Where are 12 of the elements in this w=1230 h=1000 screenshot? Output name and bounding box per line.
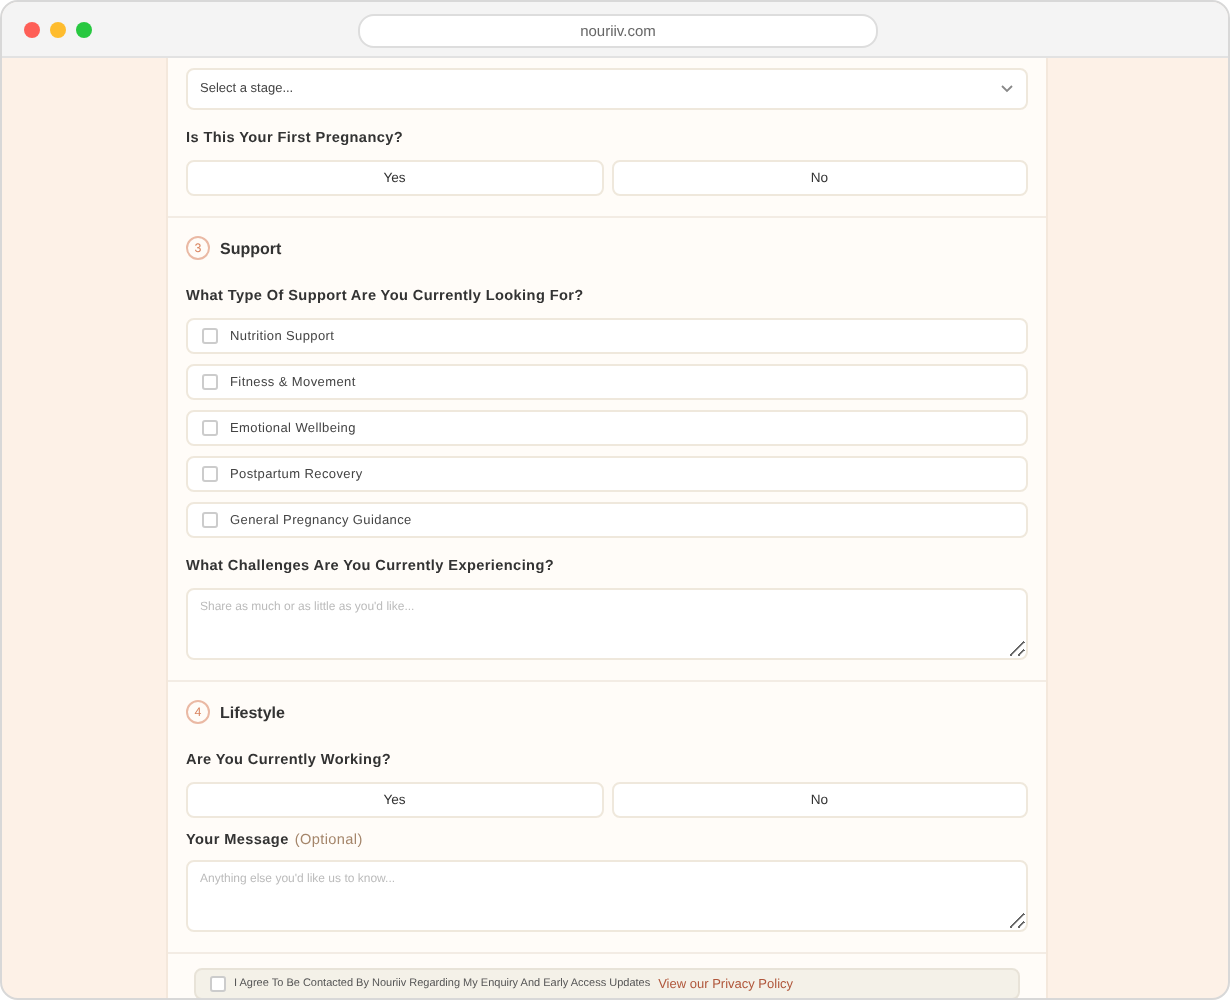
section-title: Support xyxy=(220,239,282,257)
close-icon[interactable] xyxy=(24,21,40,37)
checkbox[interactable] xyxy=(202,420,218,436)
checkbox[interactable] xyxy=(202,512,218,528)
checkbox[interactable] xyxy=(202,466,218,482)
checkbox[interactable] xyxy=(202,328,218,344)
chevron-down-icon xyxy=(1000,84,1014,94)
checkbox[interactable] xyxy=(210,976,226,992)
minimize-icon[interactable] xyxy=(50,21,66,37)
checkbox[interactable] xyxy=(202,374,218,390)
section-title: Lifestyle xyxy=(220,703,285,721)
maximize-icon[interactable] xyxy=(76,21,92,37)
